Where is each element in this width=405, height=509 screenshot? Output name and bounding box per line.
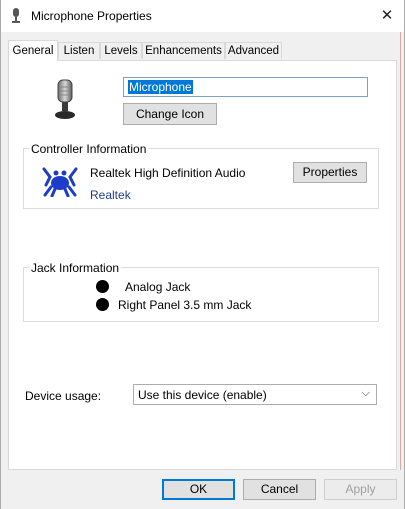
jack-type: Analog Jack [125, 280, 191, 294]
dialog-footer: OK Cancel Apply [1, 470, 404, 509]
apply-button[interactable]: Apply [324, 479, 397, 500]
ok-button[interactable]: OK [162, 479, 235, 500]
tab-label: Levels [104, 45, 138, 57]
jack-color-indicator [96, 280, 109, 293]
tab-enhancements[interactable]: Enhancements [142, 42, 225, 59]
cancel-button[interactable]: Cancel [243, 479, 316, 500]
tab-listen[interactable]: Listen [58, 42, 100, 59]
jack-info-label: Jack Information [29, 261, 122, 275]
device-name-value: Microphone [128, 80, 193, 94]
chevron-down-icon: ⌵ [361, 387, 370, 399]
tab-label: Listen [63, 45, 95, 57]
controller-info-label: Controller Information [29, 142, 149, 156]
device-name-input[interactable]: Microphone [123, 77, 368, 97]
change-icon-button[interactable]: Change Icon [123, 103, 217, 125]
controller-name: Realtek High Definition Audio [90, 166, 246, 180]
jack-location: Right Panel 3.5 mm Jack [118, 298, 252, 312]
tab-levels[interactable]: Levels [100, 42, 142, 59]
background-stripe [400, 0, 401, 509]
tab-label: Advanced [227, 45, 280, 57]
microphone-properties-dialog: Microphone Properties ✕ General Listen L… [0, 0, 405, 509]
window-title: Microphone Properties [31, 9, 152, 23]
title-bar[interactable]: Microphone Properties ✕ [1, 0, 404, 32]
jack-color-indicator [96, 298, 109, 311]
jack-info-group [23, 267, 379, 322]
device-usage-value: Use this device (enable) [138, 388, 267, 402]
tab-general[interactable]: General [8, 40, 58, 61]
tab-label: Enhancements [145, 45, 222, 57]
close-button[interactable]: ✕ [370, 0, 404, 32]
microphone-icon [12, 8, 20, 23]
device-usage-label: Device usage: [25, 389, 102, 403]
close-icon: ✕ [380, 7, 394, 24]
controller-properties-button[interactable]: Properties [293, 162, 367, 183]
realtek-crab-icon [42, 167, 78, 197]
microphone-device-icon [55, 79, 75, 119]
tab-advanced[interactable]: Advanced [225, 42, 282, 59]
tab-label: General [12, 45, 54, 57]
vendor-link[interactable]: Realtek [90, 188, 131, 202]
device-usage-select[interactable]: Use this device (enable) ⌵ [133, 384, 377, 405]
